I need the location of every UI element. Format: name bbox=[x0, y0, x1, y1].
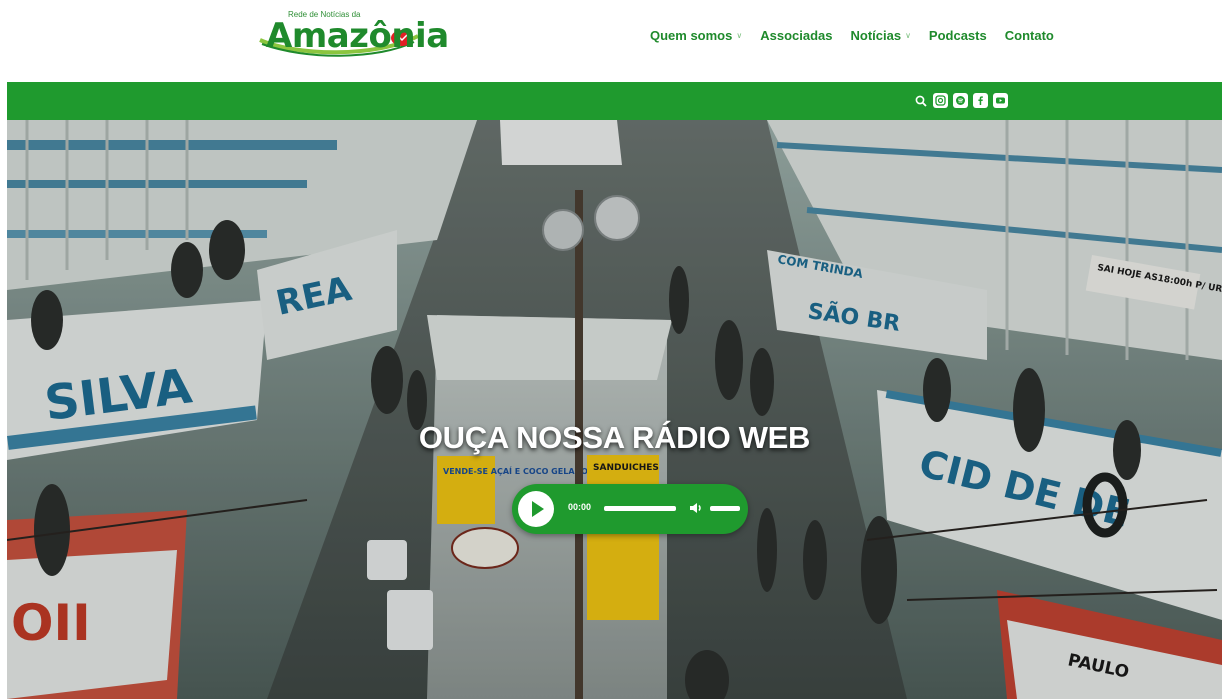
social-icons bbox=[914, 93, 1008, 108]
main-nav: Quem somos ∨ Associadas Notícias ∨ Podca… bbox=[650, 26, 1072, 44]
chevron-down-icon: ∨ bbox=[905, 30, 911, 40]
nav-item-quem-somos[interactable]: Quem somos ∨ bbox=[650, 28, 742, 43]
spotify-icon[interactable] bbox=[953, 93, 968, 108]
nav-item-contato[interactable]: Contato bbox=[1005, 28, 1054, 43]
play-button[interactable] bbox=[518, 491, 554, 527]
player-time: 00:00 bbox=[568, 502, 592, 512]
search-icon[interactable] bbox=[914, 94, 928, 108]
progress-bar[interactable] bbox=[604, 506, 676, 511]
page: Rede de Notícias da Amazônia Quem somos … bbox=[0, 0, 1222, 699]
logo-name: Amazônia bbox=[266, 16, 449, 56]
social-bar bbox=[7, 82, 1222, 120]
chevron-down-icon: ∨ bbox=[736, 30, 743, 40]
volume-icon[interactable] bbox=[688, 500, 704, 516]
site-header: Rede de Notícias da Amazônia Quem somos … bbox=[0, 0, 1222, 80]
volume-slider[interactable] bbox=[710, 506, 740, 511]
nav-item-label: Contato bbox=[1004, 27, 1054, 43]
audio-player: 00:00 bbox=[512, 484, 748, 534]
nav-item-podcasts[interactable]: Podcasts bbox=[929, 28, 987, 43]
youtube-icon[interactable] bbox=[993, 93, 1008, 108]
nav-item-label: Associadas bbox=[760, 27, 833, 43]
nav-item-noticias[interactable]: Notícias ∨ bbox=[850, 28, 910, 43]
nav-item-label: Notícias bbox=[850, 27, 902, 43]
nav-item-label: Quem somos bbox=[650, 27, 733, 43]
nav-item-associadas[interactable]: Associadas bbox=[760, 28, 832, 43]
nav-item-label: Podcasts bbox=[928, 27, 987, 43]
hero-title: OUÇA NOSSA RÁDIO WEB bbox=[418, 420, 811, 455]
hero-photo: SILVA REA OII SÃO BR COM TRINDA CID DE D… bbox=[7, 120, 1222, 699]
hero-banner: SILVA REA OII SÃO BR COM TRINDA CID DE D… bbox=[7, 120, 1222, 699]
instagram-icon[interactable] bbox=[933, 93, 948, 108]
site-logo[interactable]: Rede de Notícias da Amazônia bbox=[256, 8, 449, 60]
facebook-icon[interactable] bbox=[973, 93, 988, 108]
